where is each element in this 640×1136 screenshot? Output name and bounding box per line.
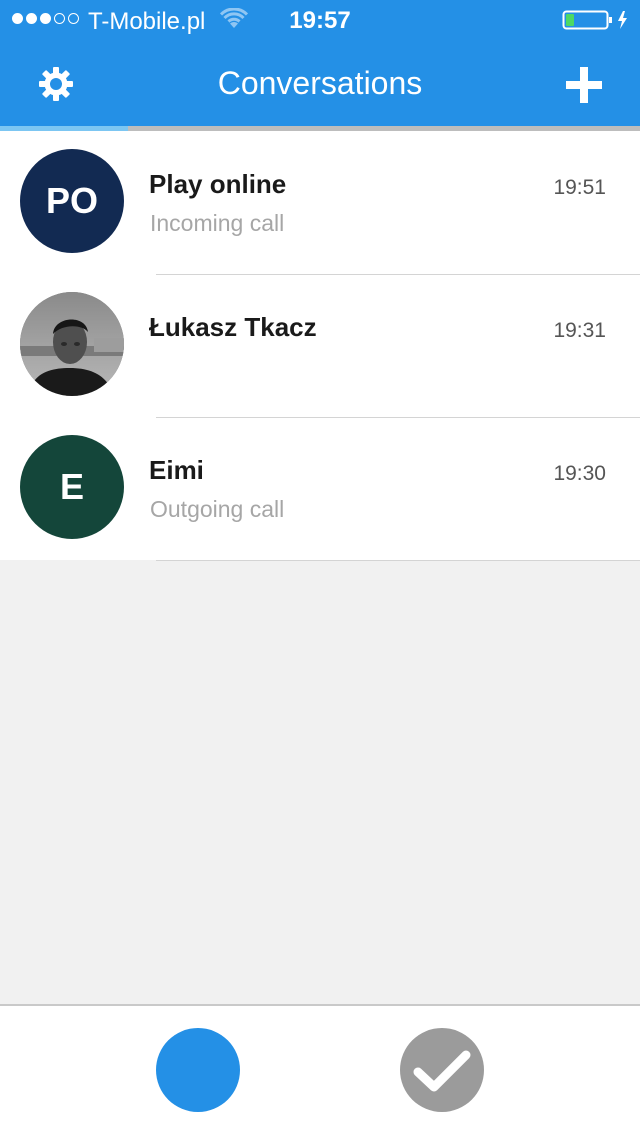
- conversation-row[interactable]: Łukasz Tkacz 19:31: [0, 274, 640, 418]
- message-time: 19:30: [553, 462, 606, 485]
- plus-icon[interactable]: [566, 67, 602, 103]
- battery-icon: [562, 10, 627, 30]
- conversations-tab-button[interactable]: [156, 1028, 240, 1112]
- contact-name: Play online: [149, 169, 287, 199]
- contact-name: Łukasz Tkacz: [149, 312, 317, 342]
- last-activity: Outgoing call: [150, 496, 285, 522]
- checkmark-tab-button[interactable]: [400, 1028, 484, 1112]
- row-divider: [156, 560, 640, 561]
- message-time: 19:31: [553, 319, 606, 342]
- avatar: PO: [20, 149, 124, 253]
- navigation-bar: Conversations: [0, 40, 640, 126]
- avatar-initials: PO: [45, 180, 98, 221]
- page-title: Conversations: [217, 65, 423, 101]
- checkmark-icon: [413, 1050, 471, 1092]
- contact-name: Eimi: [149, 455, 204, 485]
- message-time: 19:51: [553, 176, 606, 199]
- bottom-tab-bar: [0, 1004, 640, 1136]
- conversation-row[interactable]: E Eimi 19:30 Outgoing call: [0, 417, 640, 561]
- status-time: 19:57: [289, 7, 351, 34]
- conversation-list: PO Play online 19:51 Incoming call Łukas…: [0, 131, 640, 561]
- status-bar: T-Mobile.pl 19:57: [0, 0, 640, 40]
- avatar-initials: E: [59, 466, 84, 507]
- avatar: E: [20, 435, 124, 539]
- last-activity: Incoming call: [150, 210, 285, 236]
- person-photo-icon: [20, 292, 124, 396]
- conversation-row[interactable]: PO Play online 19:51 Incoming call: [0, 131, 640, 275]
- avatar-photo: [20, 292, 124, 396]
